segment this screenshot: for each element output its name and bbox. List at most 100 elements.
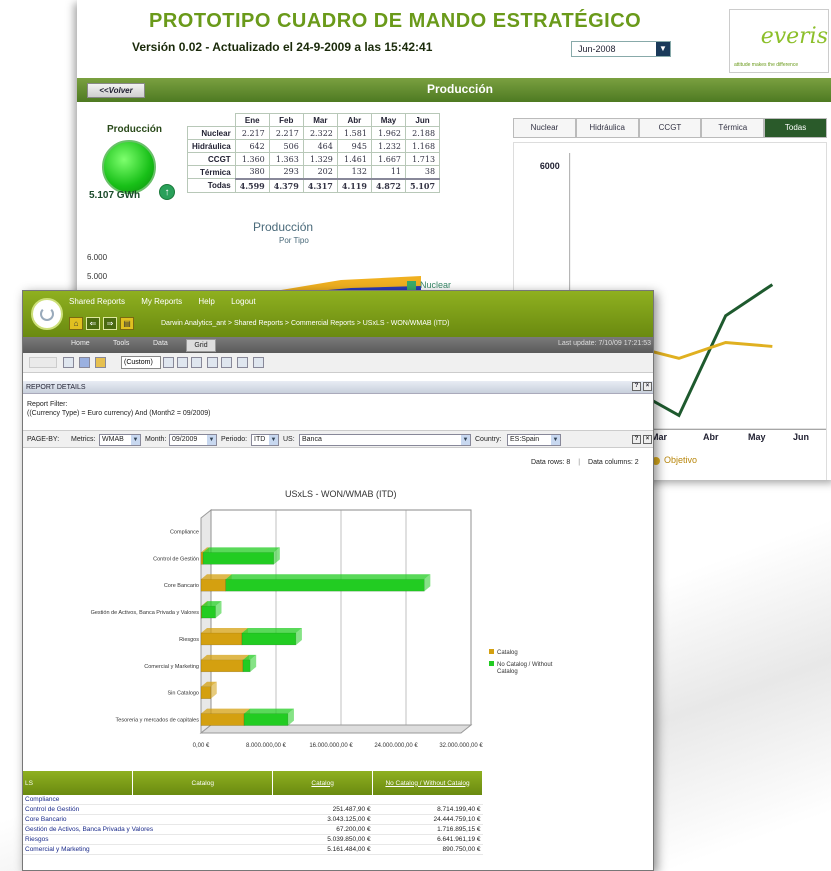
data-rows: Data rows: 8 <box>531 459 571 466</box>
table-cell: 642 <box>234 139 270 153</box>
nav-my-reports[interactable]: My Reports <box>141 297 182 306</box>
close-icon[interactable]: × <box>643 435 652 444</box>
table-cell: 202 <box>302 165 338 179</box>
grid-graph-icon[interactable] <box>95 357 106 368</box>
table-row: Riesgos 5.039.850,00 €6.641.961,19 € <box>23 834 483 845</box>
menu-data[interactable]: Data <box>153 340 168 347</box>
bar-top-face <box>201 654 249 660</box>
undo-redo-icon[interactable] <box>29 357 57 368</box>
ls-cell[interactable]: Riesgos <box>23 834 273 845</box>
home-icon[interactable]: ⌂ <box>69 317 83 330</box>
country-select[interactable]: ES:Spain ▼ <box>507 434 561 446</box>
tab-termica[interactable]: Térmica <box>701 118 765 138</box>
nav-logout[interactable]: Logout <box>231 297 255 306</box>
ls-cell[interactable]: Core Bancario <box>23 814 273 825</box>
menu-home[interactable]: Home <box>71 340 90 347</box>
chevron-down-icon: ▼ <box>461 435 470 445</box>
grid-icon[interactable] <box>207 357 218 368</box>
chart-tabs: Nuclear Hidráulica CCGT Térmica Todas <box>513 118 827 138</box>
logo-text: everis <box>760 24 828 49</box>
no-catalog-cell: 6.641.961,19 € <box>372 834 483 845</box>
graph-view-icon[interactable] <box>79 357 90 368</box>
help-icon[interactable]: ? <box>632 435 641 444</box>
back-button[interactable]: <<Volver <box>87 83 145 98</box>
month-select[interactable]: 09/2009 ▼ <box>169 434 217 446</box>
category-label: Sin Catalogo <box>168 691 200 697</box>
pivot-icon[interactable] <box>191 357 202 368</box>
chart-type-select[interactable]: (Custom) <box>121 356 161 369</box>
bar-segment <box>200 659 244 673</box>
dashboard-version: Versión 0.02 - Actualizado el 24-9-2009 … <box>132 40 433 54</box>
back-arrow-icon[interactable]: ⇐ <box>86 317 100 330</box>
table-row: Comercial y Marketing 5.161.484,00 €890.7… <box>23 844 483 855</box>
table-row: Térmica 380 293 202 132 11 38 <box>187 165 441 179</box>
nav-help[interactable]: Help <box>198 297 214 306</box>
legend-label: No Catalog / Without <box>497 662 553 668</box>
sort-icon[interactable] <box>177 357 188 368</box>
periodo-select[interactable]: ITD ▼ <box>251 434 279 446</box>
ls-cell[interactable]: Compliance <box>23 795 273 805</box>
breadcrumb[interactable]: Darwin Analytics_ant > Shared Reports > … <box>161 320 449 327</box>
kpi-value: 5.107 GWh <box>89 190 141 201</box>
report-details-title: REPORT DETAILS <box>26 384 86 391</box>
col-header-catalog[interactable]: Catalog <box>272 771 374 795</box>
legend-swatch <box>489 649 494 654</box>
catalog-cell: 5.161.484,00 € <box>272 844 373 855</box>
period-select[interactable]: Jun-2008 ▼ <box>571 41 671 57</box>
chevron-down-icon: ▼ <box>656 42 670 56</box>
no-catalog-cell: 890.750,00 € <box>372 844 483 855</box>
tab-nuclear[interactable]: Nuclear <box>513 118 576 138</box>
y-tick-label: 6000 <box>540 161 560 171</box>
ls-cell[interactable]: Gestión de Activos, Banca Privada y Valo… <box>23 824 273 835</box>
merge-icon[interactable] <box>237 357 248 368</box>
ls-cell[interactable]: Comercial y Marketing <box>23 844 273 855</box>
dropdown-icon[interactable] <box>163 357 174 368</box>
col-header-catalog-attr: Catalog <box>132 771 274 795</box>
table-cell: 4.872 <box>370 177 407 193</box>
table-cell: 2.217 <box>234 126 270 140</box>
x-tick-label: 32.000.000,00 € <box>439 743 483 749</box>
table-row: Core Bancario 3.043.125,00 €24.444.759,10… <box>23 814 483 825</box>
month-header: Ene <box>234 113 270 127</box>
folder-icon[interactable]: ▤ <box>120 317 134 330</box>
grid-view-icon[interactable] <box>63 357 74 368</box>
tab-todas[interactable]: Todas <box>764 118 827 138</box>
no-catalog-cell: 8.714.199,40 € <box>372 804 483 815</box>
forward-arrow-icon[interactable]: ⇒ <box>103 317 117 330</box>
legend-label: Catalog <box>497 669 518 675</box>
table-cell: 1.329 <box>302 152 338 166</box>
app-logo[interactable] <box>31 298 63 330</box>
report-details-header: REPORT DETAILS ? × <box>23 381 653 394</box>
nav-shared-reports[interactable]: Shared Reports <box>69 297 125 306</box>
row-label: Todas <box>187 178 236 193</box>
table-cell: 1.168 <box>404 139 441 153</box>
legend-swatch <box>489 661 494 666</box>
tab-grid[interactable]: Grid <box>186 339 216 352</box>
table-cell: 293 <box>268 165 304 179</box>
catalog-cell: 3.043.125,00 € <box>272 814 373 825</box>
category-label: Gestión de Activos, Banca Privada y Valo… <box>91 610 200 616</box>
plot-side-wall <box>200 508 212 735</box>
bar-segment <box>241 632 297 646</box>
table-cell: 1.363 <box>268 152 304 166</box>
tab-ccgt[interactable]: CCGT <box>638 118 702 138</box>
nav-icons: ⌂ ⇐ ⇒ ▤ <box>69 317 134 330</box>
table-cell: 1.581 <box>336 126 372 140</box>
chevron-down-icon: ▼ <box>269 435 278 445</box>
menu-tools[interactable]: Tools <box>113 340 129 347</box>
table-cell: 2.322 <box>302 126 338 140</box>
bar-segment <box>201 605 216 619</box>
us-select[interactable]: Banca ▼ <box>299 434 471 446</box>
ls-cell[interactable]: Control de Gestión <box>23 804 273 815</box>
no-catalog-cell: 1.716.895,15 € <box>372 824 483 835</box>
metrics-select[interactable]: WMAB ▼ <box>99 434 141 446</box>
month-header: Abr <box>336 113 372 127</box>
table-cell: 4.379 <box>268 177 304 193</box>
help-icon[interactable]: ? <box>632 382 641 391</box>
tab-hidraulica[interactable]: Hidráulica <box>575 118 639 138</box>
columns-icon[interactable] <box>221 357 232 368</box>
close-icon[interactable]: × <box>643 382 652 391</box>
toolbar: (Custom) <box>23 353 653 373</box>
col-header-no-catalog[interactable]: No Catalog / Without Catalog <box>372 771 483 795</box>
split-icon[interactable] <box>253 357 264 368</box>
